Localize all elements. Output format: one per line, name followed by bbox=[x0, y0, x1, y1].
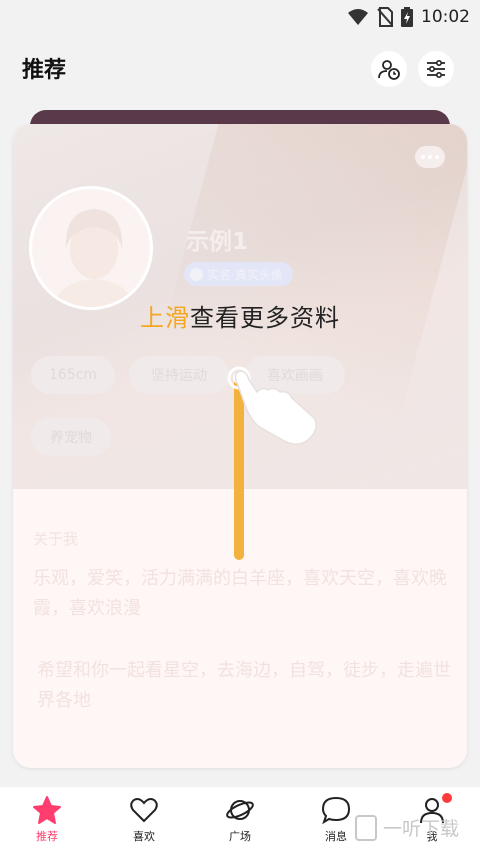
status-time: 10:02 bbox=[421, 7, 470, 27]
about-paragraph-2: 希望和你一起看星空，去海边，自驾，徒步，走遍世界各地 bbox=[37, 660, 451, 711]
avatar[interactable] bbox=[29, 186, 153, 310]
battery-charging-icon bbox=[401, 7, 413, 27]
tab-label-messages: 消息 bbox=[325, 830, 347, 843]
verification-label: 实名·真实头像 bbox=[207, 267, 283, 282]
about-title: 关于我 bbox=[33, 530, 79, 548]
watermark: 一听下载 bbox=[355, 814, 459, 841]
tab-label-square: 广场 bbox=[229, 830, 251, 843]
filter-sliders-icon bbox=[427, 59, 445, 79]
swipe-guide-text: 上滑查看更多资料 bbox=[0, 298, 480, 333]
swipe-guide-label: 查看更多资料 bbox=[190, 304, 340, 332]
notification-dot bbox=[442, 793, 452, 803]
user-name: 示例1 bbox=[186, 229, 249, 255]
tab-likes[interactable]: 喜欢 bbox=[109, 795, 179, 851]
filter-button[interactable] bbox=[418, 51, 454, 87]
more-options-button[interactable] bbox=[415, 146, 445, 168]
no-sim-icon bbox=[377, 7, 393, 27]
watermark-logo-icon bbox=[355, 814, 377, 841]
tab-square[interactable]: 广场 bbox=[205, 795, 275, 851]
tab-label-likes: 喜欢 bbox=[133, 830, 155, 843]
verified-check-icon bbox=[190, 267, 203, 281]
wifi-icon bbox=[348, 9, 368, 25]
watermark-text: 一听下载 bbox=[383, 818, 460, 840]
status-bar: 10:02 bbox=[0, 0, 480, 34]
visitor-history-button[interactable] bbox=[371, 51, 407, 87]
header: 推荐 bbox=[0, 34, 480, 104]
hand-pointer-icon bbox=[227, 366, 317, 445]
tab-recommend[interactable]: 推荐 bbox=[12, 795, 82, 851]
tag-height: 165cm bbox=[31, 356, 115, 394]
verification-badge: 实名·真实头像 bbox=[184, 262, 293, 286]
about-paragraph-1: 乐观，爱笑，活力满满的白羊座，喜欢天空，喜欢晚霞，喜欢浪漫 bbox=[33, 568, 447, 619]
heart-icon bbox=[130, 798, 158, 823]
user-clock-icon bbox=[378, 60, 400, 80]
chat-bubble-icon bbox=[321, 796, 351, 825]
tab-label-recommend: 推荐 bbox=[36, 830, 58, 843]
swipe-guide-highlight: 上滑 bbox=[140, 304, 190, 332]
star-icon bbox=[33, 796, 61, 824]
tag-pets: 养宠物 bbox=[31, 418, 111, 456]
page-title: 推荐 bbox=[22, 58, 67, 83]
planet-icon bbox=[226, 800, 254, 820]
status-icons: 10:02 bbox=[347, 6, 470, 28]
tag-exercise: 坚持运动 bbox=[129, 356, 229, 394]
